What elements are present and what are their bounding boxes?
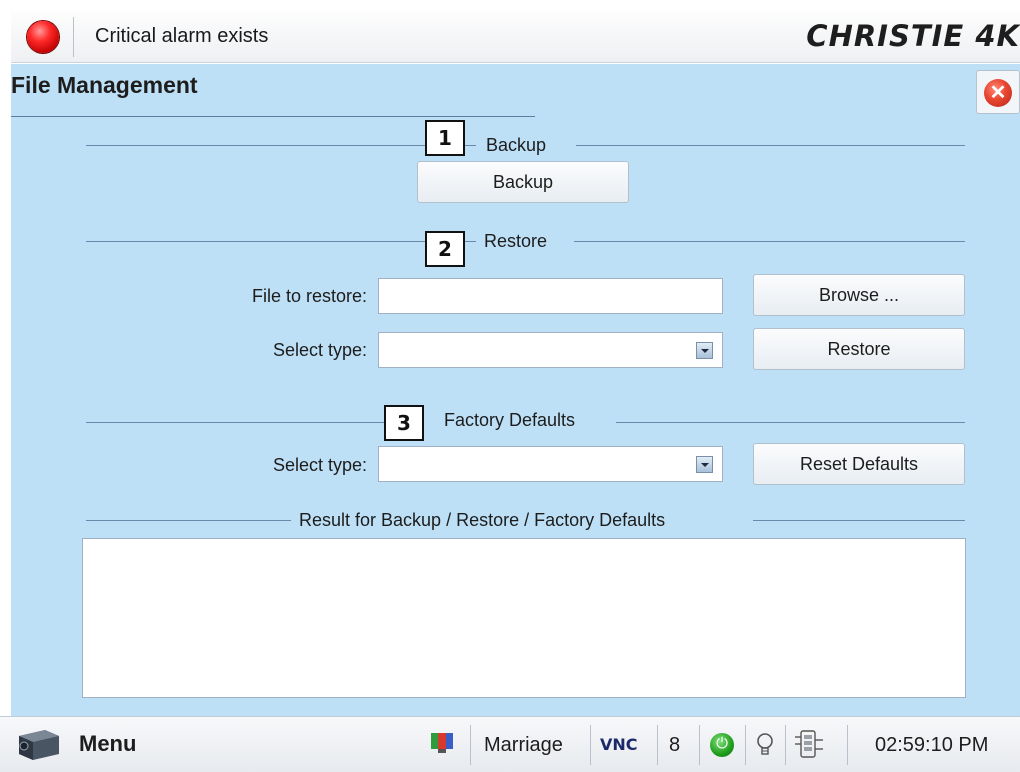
restore-section-label: Restore: [484, 231, 548, 251]
chevron-down-icon[interactable]: [696, 342, 713, 359]
projector-icon[interactable]: [15, 726, 63, 762]
taskbar: Menu Marriage VNC 8 02:59:10 PM: [0, 716, 1020, 772]
browse-button[interactable]: Browse ...: [753, 274, 965, 316]
title-underline: [11, 116, 535, 117]
file-management-panel: File Management ✕ Backup 1 Backup Restor…: [11, 64, 1020, 716]
status-bar: Critical alarm exists CHRISTIE 4K: [11, 11, 1020, 63]
restore-select-type-label: Select type:: [272, 340, 367, 360]
divider: [657, 725, 658, 765]
page-title: File Management: [11, 72, 198, 98]
restore-button[interactable]: Restore: [753, 328, 965, 370]
test-pattern-icon[interactable]: [431, 733, 453, 753]
file-to-restore-label: File to restore:: [251, 286, 367, 306]
chevron-down-icon[interactable]: [696, 456, 713, 473]
mode-status[interactable]: Marriage: [484, 734, 563, 757]
divider: [745, 725, 746, 765]
close-icon: ✕: [984, 79, 1012, 107]
clock: 02:59:10 PM: [875, 734, 989, 756]
section-divider: [86, 241, 476, 242]
network-icon[interactable]: [793, 729, 825, 759]
section-divider: [753, 520, 965, 521]
factory-type-select[interactable]: [378, 446, 723, 482]
callout-badge-1: 1: [425, 120, 465, 156]
power-icon[interactable]: [710, 733, 734, 757]
section-divider: [616, 422, 965, 423]
backup-section-label: Backup: [486, 135, 547, 155]
section-divider: [576, 145, 965, 146]
close-button[interactable]: ✕: [976, 70, 1020, 114]
divider: [470, 725, 471, 765]
backup-button[interactable]: Backup: [417, 161, 629, 203]
callout-badge-2: 2: [425, 231, 465, 267]
divider: [590, 725, 591, 765]
factory-defaults-section-label: Factory Defaults: [444, 410, 576, 430]
result-section-label: Result for Backup / Restore / Factory De…: [299, 510, 666, 530]
section-divider: [86, 422, 386, 423]
vnc-status[interactable]: VNC: [600, 735, 638, 754]
section-divider: [86, 145, 476, 146]
section-divider: [574, 241, 965, 242]
callout-badge-3: 3: [384, 405, 424, 441]
divider: [785, 725, 786, 765]
section-divider: [86, 520, 291, 521]
restore-type-select[interactable]: [378, 332, 723, 368]
menu-button[interactable]: Menu: [79, 731, 136, 757]
file-to-restore-input[interactable]: [378, 278, 723, 314]
alarm-status-text[interactable]: Critical alarm exists: [95, 25, 268, 48]
reset-defaults-button[interactable]: Reset Defaults: [753, 443, 965, 485]
divider: [699, 725, 700, 765]
factory-select-type-label: Select type:: [272, 455, 367, 475]
divider: [847, 725, 848, 765]
channel-count[interactable]: 8: [669, 734, 680, 757]
divider: [73, 17, 74, 57]
lamp-icon[interactable]: [755, 731, 775, 759]
alarm-indicator-icon[interactable]: [27, 21, 59, 53]
result-output-box[interactable]: [82, 538, 966, 698]
christie-logo: CHRISTIE 4K: [806, 19, 1020, 53]
